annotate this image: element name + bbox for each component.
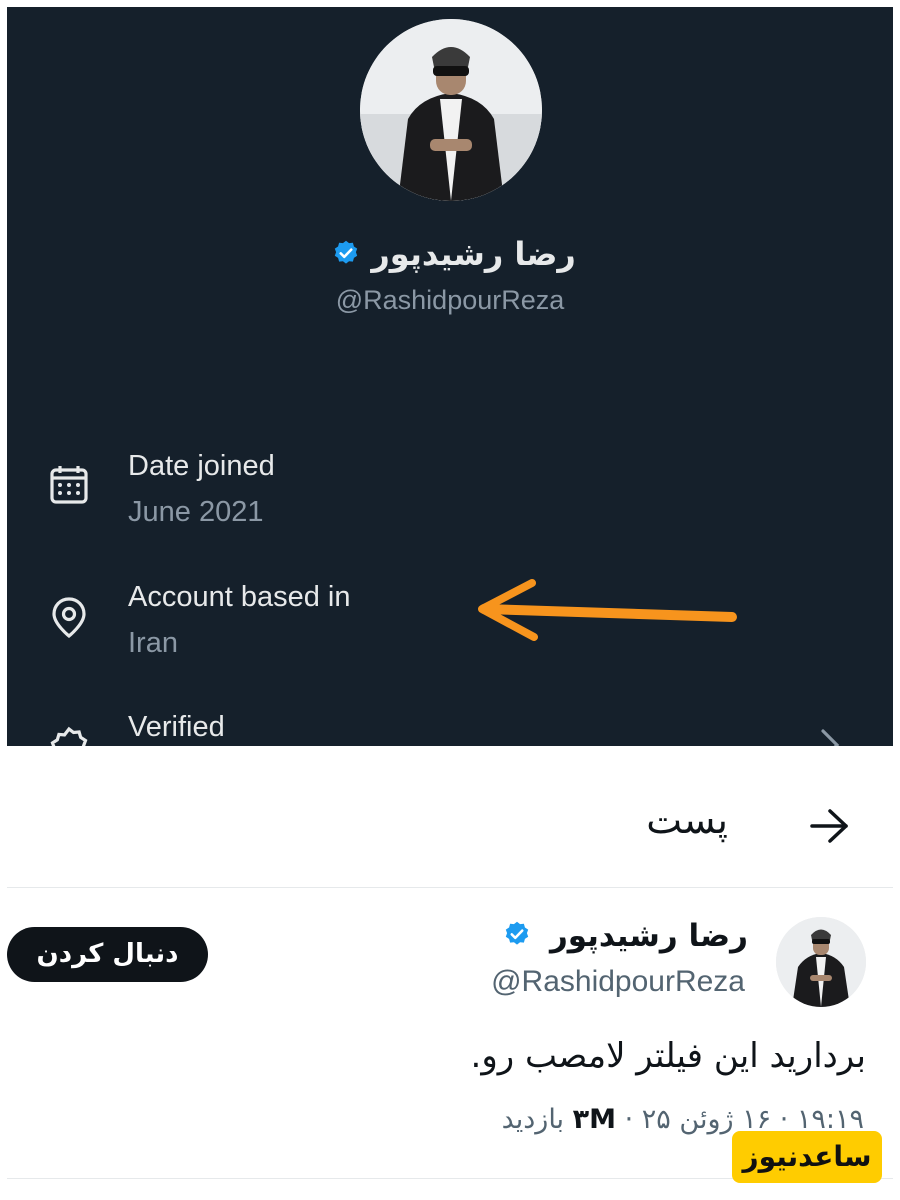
annotation-arrow-icon — [462, 575, 747, 647]
profile-display-name: رضا رشیدپور — [7, 235, 893, 275]
post-text: بردارید این فیلتر لامصب رو. — [470, 1036, 866, 1076]
verified-label: Verified — [128, 711, 225, 743]
profile-handle: @RashidpourReza — [335, 285, 565, 315]
header-divider — [7, 887, 893, 888]
post-views-label: بازدید — [501, 1104, 565, 1135]
watermark-logo: ساعدنیوز — [732, 1131, 882, 1183]
author-avatar[interactable] — [776, 917, 866, 1007]
date-joined-label: Date joined — [128, 450, 275, 482]
back-arrow-icon[interactable] — [806, 806, 852, 846]
location-pin-icon — [47, 595, 91, 639]
account-location-label: Account based in — [128, 581, 351, 613]
account-location-value: Iran — [128, 627, 178, 659]
profile-info-panel: رضا رشیدپور @RashidpourReza Date joined … — [7, 7, 893, 746]
post-header-title: پست — [646, 798, 728, 842]
display-name-text: رضا رشیدپور — [371, 235, 576, 273]
verified-badge-icon — [503, 920, 531, 956]
post-author-handle[interactable]: @RashidpourReza — [491, 965, 745, 999]
follow-button[interactable]: دنبال کردن — [7, 927, 208, 982]
verified-outline-icon — [47, 725, 91, 746]
profile-avatar[interactable] — [360, 19, 542, 201]
chevron-right-icon[interactable] — [815, 725, 845, 746]
post-header: پست — [0, 790, 900, 870]
author-name-text: رضا رشیدپور — [549, 918, 748, 954]
post-author-name[interactable]: رضا رشیدپور — [503, 918, 748, 956]
calendar-icon — [47, 463, 91, 507]
verified-badge-icon — [332, 237, 360, 275]
date-joined-value: June 2021 — [128, 496, 264, 528]
post-views-count: ۳M — [572, 1104, 617, 1135]
